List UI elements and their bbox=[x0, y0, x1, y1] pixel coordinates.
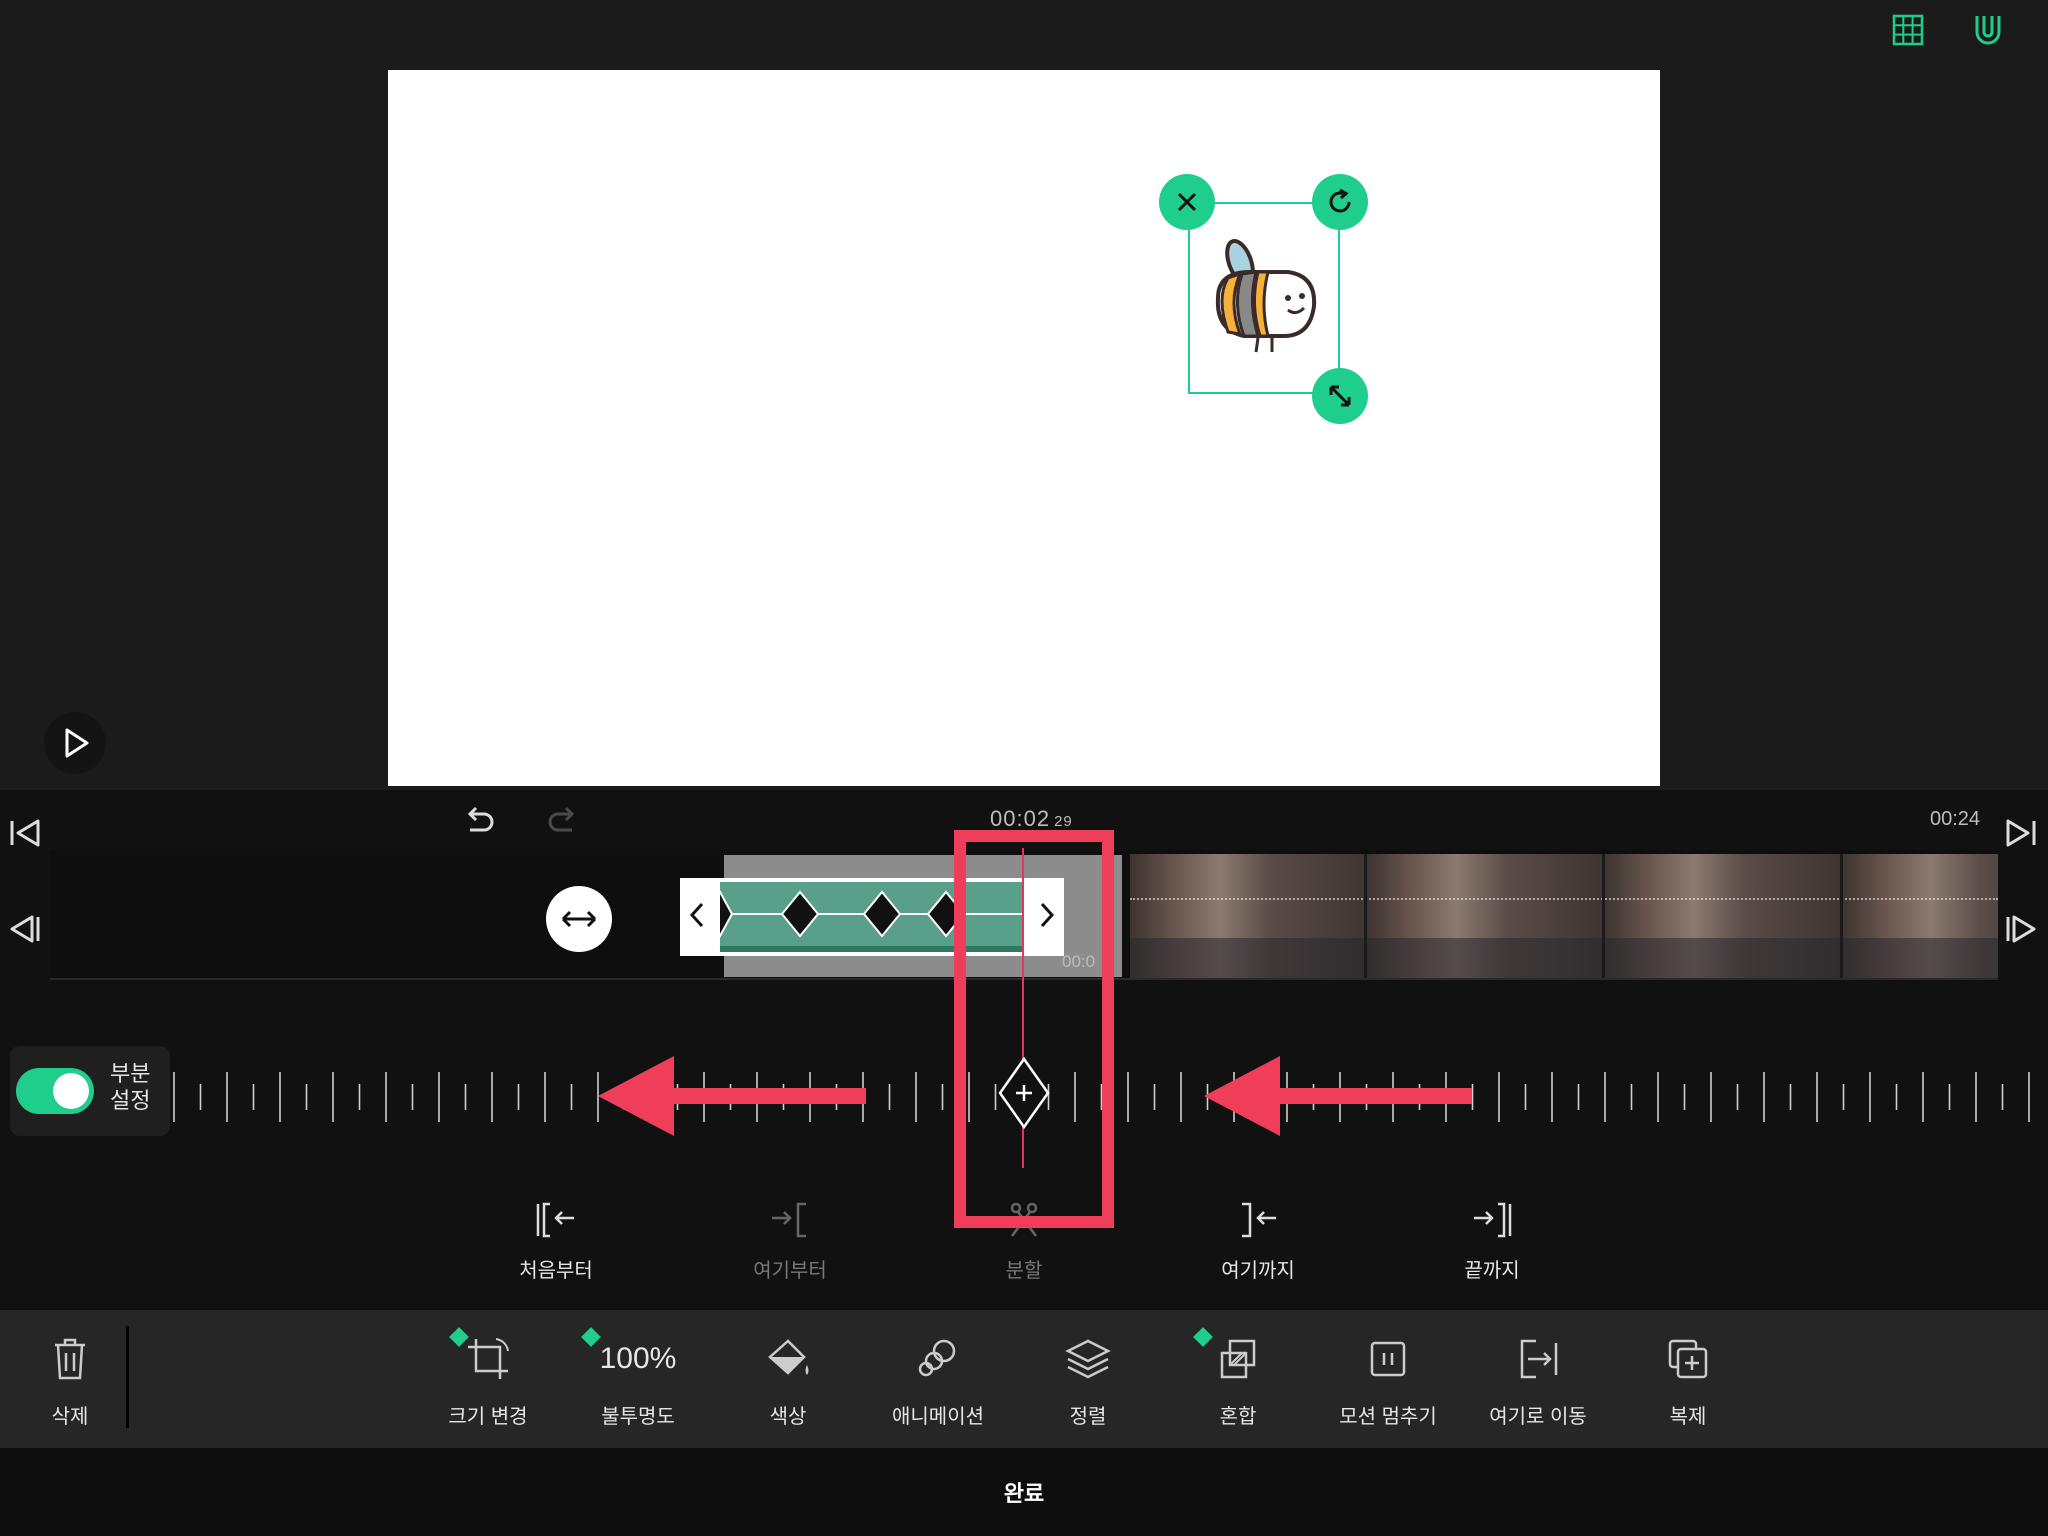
prev-frame-icon[interactable] bbox=[8, 912, 42, 946]
redo-icon[interactable] bbox=[546, 804, 580, 838]
pause-box-icon bbox=[1370, 1341, 1406, 1377]
move-here-icon bbox=[1520, 1339, 1558, 1379]
jump-end-icon[interactable] bbox=[2004, 816, 2038, 850]
done-button[interactable]: 완료 bbox=[974, 1476, 1074, 1508]
magnet-icon[interactable] bbox=[1968, 10, 2008, 50]
keyframe-dot-icon bbox=[581, 1327, 601, 1347]
opacity-button[interactable]: 100% 불투명도 bbox=[568, 1327, 708, 1429]
trash-icon bbox=[55, 1338, 85, 1380]
clip-trim-left-icon[interactable] bbox=[688, 898, 708, 932]
trim-from-here-button[interactable]: 여기부터 bbox=[720, 1196, 860, 1283]
trim-to-here-label: 여기까지 bbox=[1221, 1260, 1295, 1282]
opacity-value: 100% bbox=[599, 1342, 677, 1375]
subsection-toggle[interactable] bbox=[16, 1068, 94, 1114]
video-canvas[interactable] bbox=[388, 70, 1660, 786]
subsection-panel: 부분 설정 bbox=[10, 1046, 170, 1136]
freeze-motion-button[interactable]: 모션 멈추기 bbox=[1318, 1330, 1458, 1429]
delete-button[interactable]: 삭제 bbox=[0, 1330, 140, 1429]
close-icon[interactable] bbox=[1159, 174, 1215, 230]
trim-from-start-button[interactable]: 처음부터 bbox=[486, 1196, 626, 1283]
current-frames: 29 bbox=[1054, 813, 1073, 830]
toolbar-divider bbox=[126, 1326, 129, 1428]
highlight-annotation bbox=[954, 830, 1114, 1228]
color-label: 색상 bbox=[769, 1406, 807, 1428]
blend-button[interactable]: 혼합 bbox=[1168, 1327, 1308, 1429]
grid-icon[interactable] bbox=[1888, 10, 1928, 50]
right-arrow-annotation bbox=[1204, 1056, 1472, 1136]
trim-to-end-button[interactable]: 끝까지 bbox=[1422, 1196, 1562, 1283]
left-arrow-annotation bbox=[598, 1056, 866, 1136]
paint-bucket-icon bbox=[768, 1339, 809, 1375]
total-time: 00:24 bbox=[1930, 808, 1981, 830]
duplicate-button[interactable]: 복제 bbox=[1618, 1330, 1758, 1429]
duplicate-label: 복제 bbox=[1669, 1406, 1707, 1428]
layers-icon bbox=[1065, 1339, 1111, 1379]
bee-sticker[interactable] bbox=[1198, 218, 1334, 378]
current-time: 00:02 29 bbox=[990, 806, 1073, 831]
trim-from-here-label: 여기부터 bbox=[753, 1260, 827, 1282]
animation-label: 애니메이션 bbox=[892, 1406, 984, 1428]
video-clip[interactable] bbox=[1130, 854, 1998, 978]
move-here-label: 여기로 이동 bbox=[1489, 1406, 1587, 1428]
play-button[interactable] bbox=[44, 712, 106, 774]
opacity-label: 불투명도 bbox=[601, 1406, 675, 1428]
trim-to-here-button[interactable]: 여기까지 bbox=[1188, 1196, 1328, 1283]
color-button[interactable]: 색상 bbox=[718, 1330, 858, 1429]
delete-label: 삭제 bbox=[51, 1406, 89, 1428]
duplicate-icon bbox=[1668, 1339, 1708, 1379]
resize-button[interactable]: 크기 변경 bbox=[418, 1327, 558, 1429]
animation-icon bbox=[918, 1339, 956, 1377]
resize-icon[interactable] bbox=[1312, 368, 1368, 424]
subsection-label: 부분 설정 bbox=[110, 1061, 151, 1113]
split-label: 분할 bbox=[1005, 1260, 1043, 1282]
crop-icon bbox=[468, 1338, 509, 1379]
keyframe-dot-icon bbox=[1193, 1327, 1213, 1347]
trim-to-end-label: 끝까지 bbox=[1464, 1260, 1520, 1282]
move-here-button[interactable]: 여기로 이동 bbox=[1468, 1330, 1608, 1429]
blend-label: 혼합 bbox=[1219, 1406, 1257, 1428]
trim-from-start-label: 처음부터 bbox=[519, 1260, 593, 1282]
rotate-icon[interactable] bbox=[1312, 174, 1368, 230]
jump-start-icon[interactable] bbox=[8, 816, 42, 850]
animation-button[interactable]: 애니메이션 bbox=[868, 1330, 1008, 1429]
blend-icon bbox=[1220, 1339, 1256, 1379]
resize-label: 크기 변경 bbox=[448, 1406, 528, 1428]
arrange-button[interactable]: 정렬 bbox=[1018, 1330, 1158, 1429]
freeze-motion-label: 모션 멈추기 bbox=[1339, 1406, 1437, 1428]
swap-button[interactable] bbox=[546, 886, 612, 952]
undo-icon[interactable] bbox=[462, 804, 496, 838]
next-frame-icon[interactable] bbox=[2004, 912, 2038, 946]
arrange-label: 정렬 bbox=[1069, 1406, 1107, 1428]
